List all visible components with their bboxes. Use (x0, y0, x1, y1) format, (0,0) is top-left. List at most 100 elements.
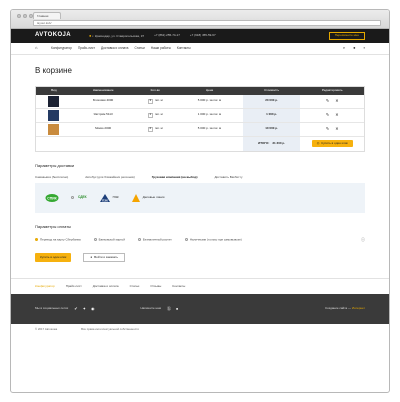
row-cost: 1 000 р. (242, 108, 301, 122)
nav-item-configurator[interactable]: Конфигуратор (51, 46, 72, 51)
tab-courier[interactable]: Доставить Вахбитту (214, 176, 242, 180)
address-bar[interactable]: layout.kub/ (33, 20, 381, 26)
buy-one-click-button-bottom[interactable]: Купить в один клик (35, 252, 72, 263)
product-swatch (48, 95, 60, 107)
table-row: Блоговик 4000 3 пог. м 5 000 р. за пог. м… (36, 94, 364, 109)
dellin-logo (131, 193, 140, 202)
nav-item-price[interactable]: Прайс-лист (78, 46, 95, 51)
twitter-icon[interactable]: ✦ (83, 306, 86, 312)
carrier-panel: СПИК СДЕК ПЭК ПЭК Деловые линии (35, 182, 365, 213)
nav-item-works[interactable]: Наши работы (151, 46, 171, 51)
col-view: Вид (51, 87, 57, 92)
col-price: Цена (205, 87, 214, 92)
pek-logo: ПЭК (99, 193, 110, 202)
unit-price: 5 000 р. за пог. м (197, 98, 222, 103)
phone-1[interactable]: +7 (861) 255-74-17 (154, 34, 180, 38)
footer-link-reviews[interactable]: Отзывы (150, 284, 161, 289)
carrier-dellin[interactable]: Деловые линии (131, 193, 164, 203)
minimize-dot[interactable] (23, 14, 27, 18)
payment-option-sber[interactable]: Перевод на карту Сбербанка (35, 238, 81, 242)
tab-pickup[interactable]: Самовывоз (бесплатно) (35, 176, 68, 180)
quantity-input[interactable]: 2 (147, 126, 153, 132)
unit-label: пог. м (154, 126, 163, 131)
callback-button[interactable]: Перезвоните мне (328, 31, 365, 41)
skype-icon[interactable]: Ⓢ (167, 306, 171, 312)
col-qty: Кол-во (150, 87, 160, 92)
vk-icon[interactable]: ✔ (74, 306, 77, 312)
odnoklassniki-icon[interactable]: ◉ (91, 306, 95, 312)
phone-2[interactable]: +7 (918) 455-59-67 (190, 34, 216, 38)
delete-icon[interactable]: ✕ (335, 126, 338, 132)
cart-table: Вид Наименование Кол-во Цена Стоимость Р… (35, 85, 365, 152)
main-nav: ⌂ Конфигуратор Прайс-лист Доставка и опл… (11, 43, 389, 55)
carrier-cdek[interactable]: СДЕК (71, 195, 87, 200)
search-icon[interactable]: ⌕ (343, 45, 345, 51)
radio[interactable] (184, 238, 188, 242)
footer-link-articles[interactable]: Статьи (130, 284, 140, 289)
top-bar: AVTOKOJA ●г. Краснодар, ул. Ставропольск… (11, 29, 389, 43)
payment-option-cash[interactable]: Наличными (только при самовывозе) (184, 238, 242, 242)
carrier-pek[interactable]: ПЭК ПЭК (99, 192, 119, 204)
quantity-input[interactable]: 1 (147, 112, 153, 118)
made-by: Создание сайта — Интернет (325, 306, 365, 311)
buy-one-click-button[interactable]: ◎ Купить в один клик (311, 139, 353, 148)
row-cost: 20 000 р. (242, 94, 301, 108)
spik-logo: СПИК (45, 193, 59, 202)
delete-icon[interactable]: ✕ (335, 112, 338, 118)
col-edit: Редактировать (321, 87, 343, 92)
edit-icon[interactable]: ✎ (326, 112, 329, 118)
footer-link-configurator[interactable]: Конфигуратор (35, 284, 55, 289)
radio[interactable] (137, 238, 141, 242)
nav-item-contacts[interactable]: Контакты (177, 46, 191, 51)
product-name[interactable]: Блоговик 4000 (72, 99, 135, 103)
svg-text:СПИК: СПИК (47, 196, 57, 200)
cart-icon: ◎ (316, 140, 320, 145)
carrier-spik[interactable]: СПИК (45, 193, 59, 203)
messenger-icons: Ⓢ ● (167, 306, 178, 312)
delivery-tabs: Самовывоз (бесплатно) Автобус (для ближа… (35, 176, 365, 180)
made-by-link[interactable]: Интернет (352, 306, 365, 311)
payment-option-card[interactable]: Банковской картой (93, 238, 125, 242)
user-icon[interactable]: ● (353, 45, 355, 51)
nav-actions: ⌕ ● ▪ (343, 45, 365, 51)
browser-window: Главная layout.kub/ AVTOKOJA ●г. Краснод… (10, 9, 390, 393)
footer-link-delivery[interactable]: Доставка и оплата (93, 284, 119, 289)
nav-item-articles[interactable]: Статьи (134, 46, 144, 51)
svg-text:ПЭК: ПЭК (102, 198, 108, 202)
product-name[interactable]: Экстрим 5113 (72, 113, 135, 117)
quantity-input[interactable]: 3 (147, 98, 153, 104)
chat-icon[interactable]: ● (176, 306, 178, 312)
edit-icon[interactable]: ✎ (326, 98, 329, 104)
info-icon[interactable]: ⓘ (361, 237, 365, 243)
product-swatch (48, 123, 60, 135)
home-icon[interactable]: ⌂ (35, 45, 45, 51)
total-row: ИТОГО: 31 300 р. ◎ Купить в один клик (36, 136, 364, 151)
payment-option-bank[interactable]: Безналичный расчет (137, 238, 172, 242)
product-name[interactable]: Мокко 2000 (72, 127, 135, 131)
close-dot[interactable] (17, 14, 21, 18)
copyright: © 2017 Автокожа (35, 326, 58, 331)
total-label: ИТОГО: (258, 140, 270, 145)
carrier-radio[interactable] (71, 196, 74, 200)
radio-selected[interactable] (35, 238, 38, 242)
footer-link-price[interactable]: Прайс-лист (66, 284, 82, 289)
user-icon: ● (90, 254, 93, 259)
tab-cargo[interactable]: Грузовая компания (на выбор) (152, 176, 198, 180)
delete-icon[interactable]: ✕ (335, 98, 338, 104)
nav-item-delivery[interactable]: Доставка и оплата (101, 46, 129, 51)
browser-tab[interactable]: Главная (33, 12, 61, 19)
payment-title: Параметры оплаты (35, 223, 72, 229)
edit-icon[interactable]: ✎ (326, 126, 329, 132)
radio[interactable] (93, 238, 97, 242)
logo[interactable]: AVTOKOJA (35, 32, 79, 39)
footer-link-contacts[interactable]: Контакты (172, 284, 185, 289)
total-value: 31 300 р. (272, 140, 286, 145)
tab-bus[interactable]: Автобус (для ближайших регионов) (85, 176, 134, 180)
login-order-button[interactable]: ● Войти и заказать (83, 252, 125, 263)
social-icons: ✔ ✦ ◉ (74, 306, 95, 312)
product-swatch (48, 109, 60, 121)
browser-chrome: Главная layout.kub/ (11, 10, 389, 29)
cart-icon[interactable]: ▪ (364, 45, 365, 51)
footer-nav: Конфигуратор Прайс-лист Доставка и оплат… (11, 278, 389, 294)
page-title: В корзине (35, 66, 72, 75)
